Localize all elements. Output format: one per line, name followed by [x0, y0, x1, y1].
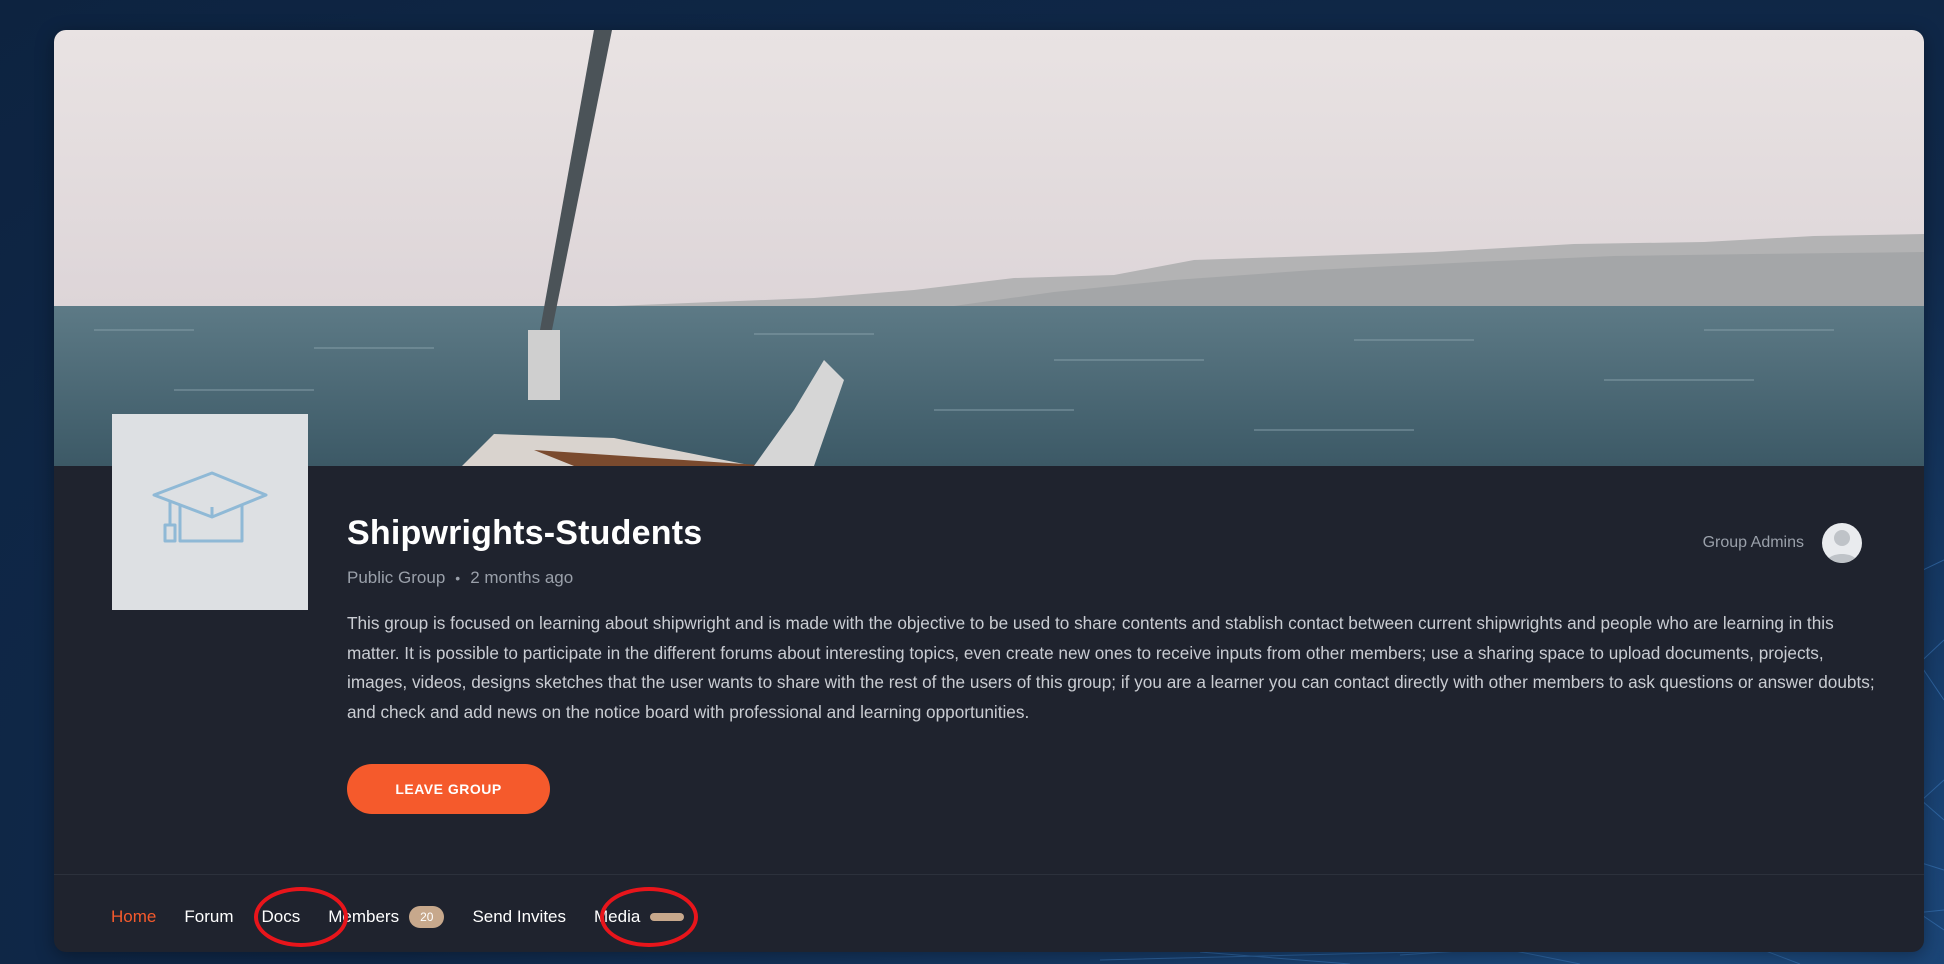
group-nav: Home Forum Docs Members 20 Send Invites …: [111, 906, 712, 928]
group-header-card: Shipwrights-Students Public Group • 2 mo…: [54, 30, 1924, 952]
group-title: Shipwrights-Students: [347, 514, 703, 552]
nav-forum[interactable]: Forum: [184, 907, 233, 927]
admin-avatar[interactable]: [1822, 523, 1862, 563]
group-description: This group is focused on learning about …: [347, 613, 1875, 722]
nav-docs[interactable]: Docs: [261, 907, 300, 927]
nav-members[interactable]: Members 20: [328, 906, 445, 928]
group-meta: Public Group • 2 months ago: [347, 568, 573, 588]
graduation-cap-icon: [152, 471, 268, 543]
media-count-badge: [650, 913, 685, 921]
nav-members-label: Members: [328, 907, 400, 926]
group-created: 2 months ago: [470, 568, 574, 587]
group-admins: Group Admins: [1703, 523, 1862, 563]
nav-send-invites[interactable]: Send Invites: [472, 907, 566, 927]
nav-docs-label: Docs: [261, 907, 301, 926]
leave-group-button[interactable]: LEAVE GROUP: [347, 764, 550, 814]
nav-forum-label: Forum: [184, 907, 234, 926]
group-type: Public Group: [347, 568, 446, 587]
members-count-badge: 20: [409, 906, 445, 928]
nav-home[interactable]: Home: [111, 907, 156, 927]
user-avatar-icon: [1826, 530, 1858, 563]
cover-photo: [54, 30, 1924, 466]
nav-send-invites-label: Send Invites: [472, 907, 566, 926]
nav-media-label: Media: [594, 907, 641, 926]
group-admins-label: Group Admins: [1702, 534, 1804, 551]
group-avatar: [112, 414, 308, 610]
nav-media[interactable]: Media: [594, 907, 685, 927]
nav-home-label: Home: [111, 907, 157, 926]
nav-divider: [54, 874, 1924, 875]
meta-separator: •: [455, 570, 461, 586]
